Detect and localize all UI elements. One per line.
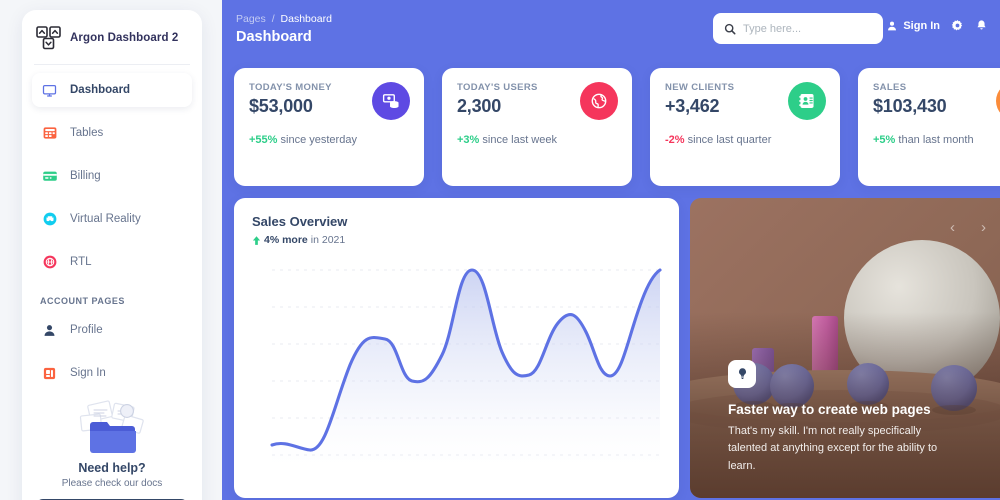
sidebar-item-label: Sign In xyxy=(70,367,106,379)
brand-name: Argon Dashboard 2 xyxy=(70,32,179,44)
help-card: Need help? Please check our docs DOCUMEN… xyxy=(36,399,188,500)
sidebar-item-label: Tables xyxy=(70,127,104,139)
breadcrumb-separator: / xyxy=(271,13,275,25)
stat-card-todays-users: TODAY'S USERS 2,300 +3% since last week xyxy=(442,68,632,186)
monitor-icon xyxy=(40,81,59,100)
sidebar-item-profile[interactable]: Profile xyxy=(32,313,192,347)
breadcrumb-current: Dashboard xyxy=(280,13,332,25)
sidebar-item-label: Virtual Reality xyxy=(70,213,141,225)
chart-trend-value: 4% more xyxy=(264,234,308,246)
money-icon xyxy=(372,82,410,120)
search-box[interactable]: Type here... xyxy=(713,13,883,44)
stat-card-new-clients: NEW CLIENTS +3,462 -2% since last quarte… xyxy=(650,68,840,186)
promo-text: That's my skill. I'm not really specific… xyxy=(728,424,938,473)
table-icon xyxy=(40,124,59,143)
stat-delta-value: +3% xyxy=(457,134,480,146)
sidebar-item-label: Dashboard xyxy=(70,84,131,96)
help-card-title: Need help? xyxy=(78,461,146,475)
top-navbar: Pages / Dashboard Dashboard Type here...… xyxy=(222,0,1000,58)
argon-logo-icon xyxy=(36,26,61,50)
sidebar-item-label: Profile xyxy=(70,324,103,336)
breadcrumb: Pages / Dashboard xyxy=(236,13,332,25)
sidebar-item-rtl[interactable]: RTL xyxy=(32,245,192,279)
navbar-actions: Sign In xyxy=(886,19,988,32)
gear-icon[interactable] xyxy=(951,19,964,32)
globe-icon xyxy=(40,253,59,272)
sidebar-item-label: RTL xyxy=(70,256,92,268)
breadcrumb-root[interactable]: Pages xyxy=(236,13,266,25)
search-icon xyxy=(724,23,736,35)
stat-delta-text: than last month xyxy=(898,134,974,146)
folder-docs-illustration xyxy=(79,400,144,453)
brand[interactable]: Argon Dashboard 2 xyxy=(22,10,202,64)
stat-value: $103,430 xyxy=(873,96,947,116)
sidebar-nav: Dashboard Tables Billing Virtual Reality… xyxy=(22,65,202,390)
sidebar-section-heading: ACCOUNT PAGES xyxy=(40,296,125,306)
sign-in-label: Sign In xyxy=(903,19,940,32)
promo-carousel-card: ‹ › Faster way to create web pages That'… xyxy=(690,198,1000,498)
signin-icon xyxy=(40,364,59,383)
credit-card-icon xyxy=(40,167,59,186)
stat-delta: +3% since last week xyxy=(457,133,617,149)
page-title: Dashboard xyxy=(236,29,312,45)
stat-delta: -2% since last quarter xyxy=(665,133,825,149)
sidebar-item-sign-in[interactable]: Sign In xyxy=(32,356,192,390)
promo-title: Faster way to create web pages xyxy=(728,401,931,417)
sign-in-button[interactable]: Sign In xyxy=(886,20,940,32)
stat-cards-row: TODAY'S MONEY $53,000 +55% since yesterd… xyxy=(234,68,1000,186)
chart-trend-suffix: in 2021 xyxy=(310,234,346,246)
help-card-subtitle: Please check our docs xyxy=(61,478,163,489)
stat-delta-text: since last quarter xyxy=(687,134,772,146)
promo-content: Faster way to create web pages That's my… xyxy=(728,359,976,476)
stat-label: SALES xyxy=(873,82,907,93)
stat-card-sales: SALES $103,430 +5% than last month xyxy=(858,68,1000,186)
stat-delta-text: since last week xyxy=(482,134,557,146)
stat-delta-text: since yesterday xyxy=(280,134,357,146)
sidebar: Argon Dashboard 2 Dashboard Tables Billi… xyxy=(22,10,202,500)
stat-delta-value: +55% xyxy=(249,134,278,146)
chevron-right-icon[interactable]: › xyxy=(981,220,986,235)
sidebar-rail: Argon Dashboard 2 Dashboard Tables Billi… xyxy=(0,0,222,500)
sidebar-item-virtual-reality[interactable]: Virtual Reality xyxy=(32,202,192,236)
sidebar-item-tables[interactable]: Tables xyxy=(32,116,192,150)
stat-delta-value: -2% xyxy=(665,134,685,146)
sidebar-item-billing[interactable]: Billing xyxy=(32,159,192,193)
chart-subtitle: 4% more in 2021 xyxy=(252,234,661,246)
contact-card-icon xyxy=(788,82,826,120)
world-icon xyxy=(580,82,618,120)
stat-delta: +5% than last month xyxy=(873,133,1000,149)
lightbulb-icon xyxy=(728,359,756,388)
user-icon xyxy=(40,321,59,340)
search-input[interactable]: Type here... xyxy=(743,23,801,35)
sales-line-chart xyxy=(270,268,662,475)
stat-delta-value: +5% xyxy=(873,134,896,146)
sidebar-item-label: Billing xyxy=(70,170,101,182)
sidebar-item-dashboard[interactable]: Dashboard xyxy=(32,73,192,107)
dashboard-page: Argon Dashboard 2 Dashboard Tables Billi… xyxy=(0,0,1000,500)
user-icon xyxy=(888,21,897,30)
stat-delta: +55% since yesterday xyxy=(249,133,409,149)
chevron-left-icon[interactable]: ‹ xyxy=(950,220,955,235)
chart-title: Sales Overview xyxy=(252,214,348,229)
carousel-controls: ‹ › xyxy=(950,220,986,235)
bell-icon[interactable] xyxy=(975,19,988,32)
arrow-up-icon xyxy=(252,235,261,245)
stat-card-todays-money: TODAY'S MONEY $53,000 +55% since yesterd… xyxy=(234,68,424,186)
sales-overview-card: Sales Overview 4% more in 2021 xyxy=(234,198,679,498)
vr-headset-icon xyxy=(40,210,59,229)
main-content: TODAY'S MONEY $53,000 +55% since yesterd… xyxy=(222,58,1000,500)
